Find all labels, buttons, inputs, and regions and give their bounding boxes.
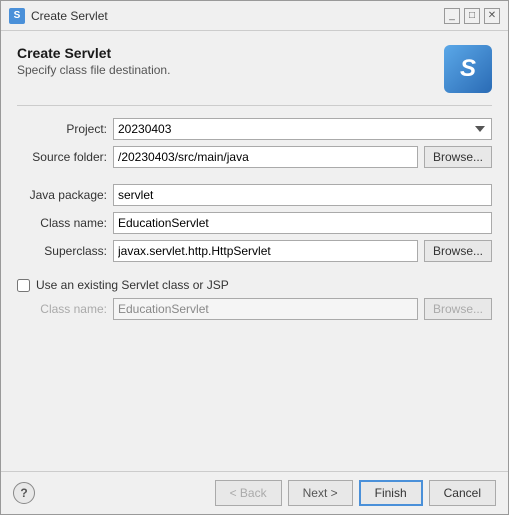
existing-class-row: Class name: Browse... — [17, 298, 492, 320]
next-button[interactable]: Next > — [288, 480, 353, 506]
project-select[interactable]: 20230403 — [113, 118, 492, 140]
project-label: Project: — [17, 122, 107, 136]
existing-class-label: Class name: — [17, 302, 107, 316]
separator-top — [17, 105, 492, 106]
superclass-browse-button[interactable]: Browse... — [424, 240, 492, 262]
existing-class-browse-button: Browse... — [424, 298, 492, 320]
form-section: Project: 20230403 Source folder: Browse.… — [17, 118, 492, 320]
dialog-logo: S — [444, 45, 492, 93]
source-folder-browse-button[interactable]: Browse... — [424, 146, 492, 168]
bottom-bar: ? < Back Next > Finish Cancel — [1, 471, 508, 514]
superclass-row: Superclass: Browse... — [17, 240, 492, 262]
finish-button[interactable]: Finish — [359, 480, 423, 506]
title-text: Create Servlet — [31, 9, 108, 23]
dialog: S Create Servlet _ □ ✕ Create Servlet Sp… — [0, 0, 509, 515]
class-name-input[interactable] — [113, 212, 492, 234]
source-folder-row: Source folder: Browse... — [17, 146, 492, 168]
dialog-header-text: Create Servlet Specify class file destin… — [17, 45, 170, 77]
title-buttons: _ □ ✕ — [444, 8, 500, 24]
existing-servlet-checkbox-row: Use an existing Servlet class or JSP — [17, 278, 492, 292]
title-bar: S Create Servlet _ □ ✕ — [1, 1, 508, 31]
existing-class-input[interactable] — [113, 298, 418, 320]
java-package-label: Java package: — [17, 188, 107, 202]
java-package-input[interactable] — [113, 184, 492, 206]
existing-servlet-checkbox[interactable] — [17, 279, 30, 292]
superclass-input[interactable] — [113, 240, 418, 262]
dialog-title: Create Servlet — [17, 45, 170, 61]
spacer-2 — [17, 268, 492, 272]
bottom-left: ? — [13, 482, 35, 504]
help-button[interactable]: ? — [13, 482, 35, 504]
body-spacer — [17, 330, 492, 461]
class-name-label: Class name: — [17, 216, 107, 230]
dialog-icon: S — [9, 8, 25, 24]
spacer-1 — [17, 174, 492, 178]
java-package-row: Java package: — [17, 184, 492, 206]
source-folder-input[interactable] — [113, 146, 418, 168]
title-bar-left: S Create Servlet — [9, 8, 108, 24]
superclass-label: Superclass: — [17, 244, 107, 258]
class-name-row: Class name: — [17, 212, 492, 234]
close-button[interactable]: ✕ — [484, 8, 500, 24]
source-folder-label: Source folder: — [17, 150, 107, 164]
project-row: Project: 20230403 — [17, 118, 492, 140]
cancel-button[interactable]: Cancel — [429, 480, 496, 506]
existing-servlet-label: Use an existing Servlet class or JSP — [36, 278, 229, 292]
dialog-header: Create Servlet Specify class file destin… — [17, 45, 492, 93]
minimize-button[interactable]: _ — [444, 8, 460, 24]
bottom-right: < Back Next > Finish Cancel — [215, 480, 496, 506]
maximize-button[interactable]: □ — [464, 8, 480, 24]
dialog-subtitle: Specify class file destination. — [17, 63, 170, 77]
dialog-body: Create Servlet Specify class file destin… — [1, 31, 508, 471]
back-button[interactable]: < Back — [215, 480, 282, 506]
